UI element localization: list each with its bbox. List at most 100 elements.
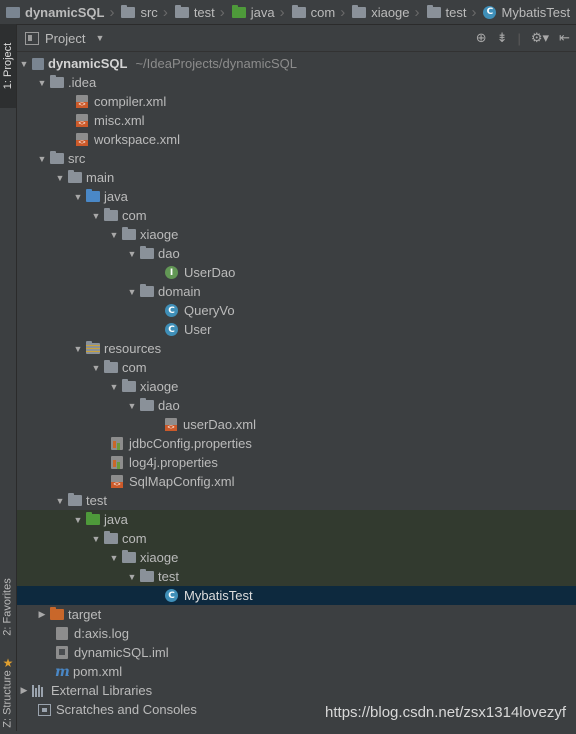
breadcrumb-item-com[interactable]: com xyxy=(286,0,340,24)
tree-row-compiler-xml[interactable]: compiler.xml xyxy=(17,92,576,111)
tree-row-xiaoge-main[interactable]: ▼ xiaoge xyxy=(17,225,576,244)
folder-icon xyxy=(50,75,64,88)
tree-row-main[interactable]: ▼ main xyxy=(17,168,576,187)
tree-row-iml[interactable]: dynamicSQL.iml xyxy=(17,643,576,662)
expand-arrow-icon[interactable]: ▼ xyxy=(36,154,48,164)
expand-arrow-icon[interactable]: ▼ xyxy=(90,211,102,221)
tree-row-label: compiler.xml xyxy=(94,94,167,109)
chevron-right-icon: › xyxy=(162,3,168,21)
tab-structure[interactable]: Z: Structure xyxy=(0,664,16,734)
watermark: https://blog.csdn.net/zsx1314lovezyf xyxy=(325,704,566,721)
tree-row-dao[interactable]: ▼ dao xyxy=(17,244,576,263)
xml-file-icon xyxy=(76,95,88,108)
folder-icon xyxy=(121,4,136,18)
tree-row-label: workspace.xml xyxy=(94,132,180,147)
resources-folder-icon xyxy=(86,341,100,354)
tree-row-src[interactable]: ▼ src xyxy=(17,149,576,168)
expand-arrow-icon[interactable]: ▼ xyxy=(90,363,102,373)
expand-arrow-icon[interactable]: ▼ xyxy=(72,344,84,354)
tree-row-mybatistest[interactable]: C MybatisTest xyxy=(17,586,576,605)
tab-favorites[interactable]: 2: Favorites xyxy=(0,564,16,650)
expand-arrow-icon[interactable]: ▼ xyxy=(54,496,66,506)
tree-row-java-test[interactable]: ▼ java xyxy=(17,510,576,529)
tree-row-label: userDao.xml xyxy=(183,417,256,432)
tree-row-user[interactable]: C User xyxy=(17,320,576,339)
xml-file-icon xyxy=(76,114,88,127)
tree-row-axis-log[interactable]: d:axis.log xyxy=(17,624,576,643)
tree-row-log4j-properties[interactable]: log4j.properties xyxy=(17,453,576,472)
expand-arrow-icon[interactable]: ▼ xyxy=(126,401,138,411)
expand-arrow-icon[interactable]: ▼ xyxy=(126,287,138,297)
expand-arrow-icon[interactable]: ▼ xyxy=(126,249,138,259)
breadcrumb-item-dynamicsql[interactable]: dynamicSQL xyxy=(0,0,108,24)
breadcrumb-item-xiaoge[interactable]: xiaoge xyxy=(346,0,413,24)
expand-arrow-icon[interactable]: ▼ xyxy=(72,515,84,525)
tab-project[interactable]: 1: Project xyxy=(0,24,16,108)
tree-row-jdbc-properties[interactable]: jdbcConfig.properties xyxy=(17,434,576,453)
tree-row-xiaoge-test[interactable]: ▼ xiaoge xyxy=(17,548,576,567)
hide-icon[interactable]: ⇤ xyxy=(559,30,570,46)
properties-file-icon xyxy=(111,456,123,469)
expand-arrow-icon[interactable]: ▼ xyxy=(108,230,120,240)
tree-row-root[interactable]: ▼ dynamicSQL ~/IdeaProjects/dynamicSQL xyxy=(17,54,576,73)
tree-row-userdao[interactable]: I UserDao xyxy=(17,263,576,282)
tree-row-com-res[interactable]: ▼ com xyxy=(17,358,576,377)
separator: | xyxy=(517,30,521,46)
chevron-right-icon: › xyxy=(414,3,420,21)
tree-row-com-main[interactable]: ▼ com xyxy=(17,206,576,225)
tree-row-workspace-xml[interactable]: workspace.xml xyxy=(17,130,576,149)
expand-arrow-icon[interactable]: ▼ xyxy=(54,173,66,183)
tree-row-misc-xml[interactable]: misc.xml xyxy=(17,111,576,130)
breadcrumb-item-test-pkg[interactable]: test xyxy=(421,0,471,24)
tree-row-label: MybatisTest xyxy=(184,588,253,603)
text-file-icon xyxy=(56,627,68,640)
breadcrumb-item-test[interactable]: test xyxy=(169,0,219,24)
tree-row-xiaoge-res[interactable]: ▼ xiaoge xyxy=(17,377,576,396)
tree-row-resources[interactable]: ▼ resources xyxy=(17,339,576,358)
settings-icon[interactable]: ⚙▾ xyxy=(531,30,549,46)
tree-row-java-main[interactable]: ▼ java xyxy=(17,187,576,206)
breadcrumb-label: MybatisTest xyxy=(501,4,571,20)
collapse-icon[interactable]: ⇟ xyxy=(497,30,508,46)
tree-row-label: SqlMapConfig.xml xyxy=(129,474,235,489)
tree-row-idea[interactable]: ▼ .idea xyxy=(17,73,576,92)
tree-row-dao-res[interactable]: ▼ dao xyxy=(17,396,576,415)
class-icon: C xyxy=(165,304,178,317)
tree-row-domain[interactable]: ▼ domain xyxy=(17,282,576,301)
breadcrumb-item-src[interactable]: src xyxy=(115,0,161,24)
scratches-icon xyxy=(38,703,51,716)
expand-arrow-icon[interactable]: ▼ xyxy=(18,59,30,69)
source-folder-icon xyxy=(86,189,100,202)
tree-row-label: com xyxy=(122,531,147,546)
expand-arrow-icon[interactable]: ▼ xyxy=(36,78,48,88)
test-class-icon: C xyxy=(165,589,178,602)
package-icon xyxy=(140,284,154,297)
expand-arrow-icon[interactable]: ▼ xyxy=(108,382,120,392)
folder-icon xyxy=(426,4,441,18)
expand-arrow-icon[interactable]: ▼ xyxy=(108,553,120,563)
tree-row-label: QueryVo xyxy=(184,303,235,318)
expand-arrow-icon[interactable]: ▼ xyxy=(90,534,102,544)
expand-arrow-icon[interactable]: ▼ xyxy=(126,572,138,582)
package-icon xyxy=(122,227,136,240)
tree-row-label: dao xyxy=(158,246,180,261)
tree-row-pom[interactable]: m pom.xml xyxy=(17,662,576,681)
project-icon xyxy=(32,57,44,70)
expand-arrow-icon[interactable]: ▼ xyxy=(72,192,84,202)
tree-row-queryvo[interactable]: C QueryVo xyxy=(17,301,576,320)
tree-row-target[interactable]: ▶ target xyxy=(17,605,576,624)
tree-row-com-test[interactable]: ▼ com xyxy=(17,529,576,548)
collapsed-arrow-icon[interactable]: ▶ xyxy=(18,685,30,696)
project-view-selector[interactable]: Project ▼ xyxy=(25,31,104,46)
breadcrumb-item-java[interactable]: java xyxy=(226,0,279,24)
folder-icon xyxy=(140,398,154,411)
breadcrumb-item-mybatistest[interactable]: C MybatisTest xyxy=(477,0,574,24)
tree-row-external-libraries[interactable]: ▶ External Libraries xyxy=(17,681,576,700)
collapsed-arrow-icon[interactable]: ▶ xyxy=(36,609,48,620)
tree-row-test-pkg[interactable]: ▼ test xyxy=(17,567,576,586)
tree-row-test[interactable]: ▼ test xyxy=(17,491,576,510)
locate-icon[interactable]: ⊕ xyxy=(476,30,487,46)
tree-row-sqlmapconfig[interactable]: SqlMapConfig.xml xyxy=(17,472,576,491)
maven-icon: m xyxy=(55,663,70,680)
tree-row-userdao-xml[interactable]: userDao.xml xyxy=(17,415,576,434)
